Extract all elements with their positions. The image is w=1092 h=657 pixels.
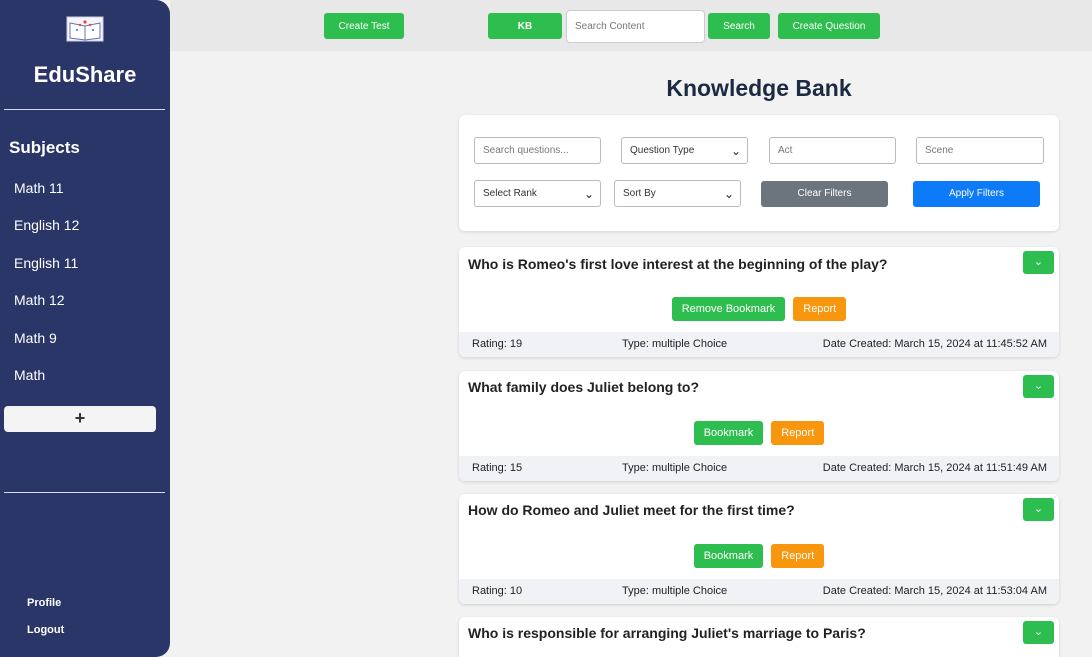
sort-value: Sort By (623, 188, 656, 199)
question-text: Who is responsible for arranging Juliet'… (468, 625, 866, 641)
report-button[interactable]: Report (793, 297, 847, 321)
sidebar: EduShare Subjects Math 11 English 12 Eng… (0, 0, 170, 657)
chevron-down-icon: ⌄ (723, 186, 734, 201)
rank-value: Select Rank (483, 188, 537, 199)
chevron-down-icon: ⌄ (1033, 503, 1044, 515)
date-created: Date Created: March 15, 2024 at 11:45:52… (822, 338, 1047, 350)
page-title: Knowledge Bank (666, 75, 852, 101)
expand-button[interactable]: ⌄ (1023, 621, 1054, 644)
clear-filters-button[interactable]: Clear Filters (761, 181, 888, 207)
question-type-select[interactable]: Question Type ⌄ (621, 137, 748, 164)
question-meta: Rating: 10 Type: multiple Choice Date Cr… (459, 579, 1059, 604)
chevron-down-icon: ⌄ (583, 186, 594, 201)
question-meta: Rating: 19 Type: multiple Choice Date Cr… (459, 332, 1059, 357)
rating: Rating: 19 (472, 338, 523, 350)
sidebar-item-math[interactable]: Math (14, 367, 45, 383)
chevron-down-icon: ⌄ (1033, 626, 1044, 638)
chevron-down-icon: ⌄ (1033, 256, 1044, 268)
rating: Rating: 15 (472, 462, 523, 474)
sidebar-item-english-12[interactable]: English 12 (14, 217, 79, 233)
chevron-down-icon: ⌄ (730, 143, 741, 158)
question-card: How do Romeo and Juliet meet for the fir… (459, 494, 1059, 604)
question-actions: Bookmark Report (459, 421, 1059, 445)
book-logo-icon (66, 16, 104, 42)
search-content-input[interactable] (566, 10, 705, 43)
sidebar-item-math-11[interactable]: Math 11 (14, 180, 64, 196)
profile-link[interactable]: Profile (27, 597, 61, 609)
add-subject-button[interactable]: + (4, 406, 156, 432)
expand-button[interactable]: ⌄ (1023, 251, 1054, 274)
report-button[interactable]: Report (771, 421, 825, 445)
question-card: Who is responsible for arranging Juliet'… (459, 617, 1059, 657)
sidebar-item-math-12[interactable]: Math 12 (14, 292, 65, 308)
date-created: Date Created: March 15, 2024 at 11:51:49… (822, 462, 1047, 474)
create-question-button[interactable]: Create Question (778, 13, 880, 39)
act-input[interactable] (769, 137, 896, 164)
question-search-input[interactable] (474, 137, 601, 164)
expand-button[interactable]: ⌄ (1023, 375, 1054, 398)
sidebar-divider (4, 492, 165, 493)
question-type: Type: multiple Choice (622, 338, 728, 350)
remove-bookmark-button[interactable]: Remove Bookmark (671, 297, 786, 321)
date-created: Date Created: March 15, 2024 at 11:53:04… (822, 585, 1047, 597)
brand-name: EduShare (33, 62, 137, 87)
question-text: What family does Juliet belong to? (468, 379, 700, 395)
sidebar-item-english-11[interactable]: English 11 (14, 255, 78, 271)
question-text: How do Romeo and Juliet meet for the fir… (468, 502, 795, 518)
question-type: Type: multiple Choice (622, 462, 728, 474)
filter-panel: Question Type ⌄ Select Rank ⌄ Sort By ⌄ … (459, 115, 1059, 231)
apply-filters-button[interactable]: Apply Filters (913, 181, 1040, 207)
logout-link[interactable]: Logout (27, 624, 64, 636)
sidebar-divider (4, 109, 165, 110)
expand-button[interactable]: ⌄ (1023, 498, 1054, 521)
create-test-button[interactable]: Create Test (324, 13, 404, 39)
sort-select[interactable]: Sort By ⌄ (614, 180, 741, 207)
report-button[interactable]: Report (771, 544, 825, 568)
chevron-down-icon: ⌄ (1033, 380, 1044, 392)
rank-select[interactable]: Select Rank ⌄ (474, 180, 601, 207)
scene-input[interactable] (916, 137, 1044, 164)
bookmark-button[interactable]: Bookmark (693, 421, 764, 445)
rating: Rating: 10 (472, 585, 523, 597)
question-type: Type: multiple Choice (622, 585, 728, 597)
question-meta: Rating: 15 Type: multiple Choice Date Cr… (459, 456, 1059, 481)
question-text: Who is Romeo's first love interest at th… (468, 256, 888, 272)
question-actions: Remove Bookmark Report (459, 297, 1059, 321)
subjects-heading: Subjects (9, 138, 80, 157)
question-type-value: Question Type (630, 145, 695, 156)
search-button[interactable]: Search (708, 13, 770, 39)
kb-button[interactable]: KB (488, 13, 562, 39)
bookmark-button[interactable]: Bookmark (693, 544, 764, 568)
question-card: Who is Romeo's first love interest at th… (459, 247, 1059, 357)
sidebar-item-math-9[interactable]: Math 9 (14, 330, 57, 346)
question-actions: Bookmark Report (459, 544, 1059, 568)
question-card: What family does Juliet belong to? ⌄ Boo… (459, 371, 1059, 481)
